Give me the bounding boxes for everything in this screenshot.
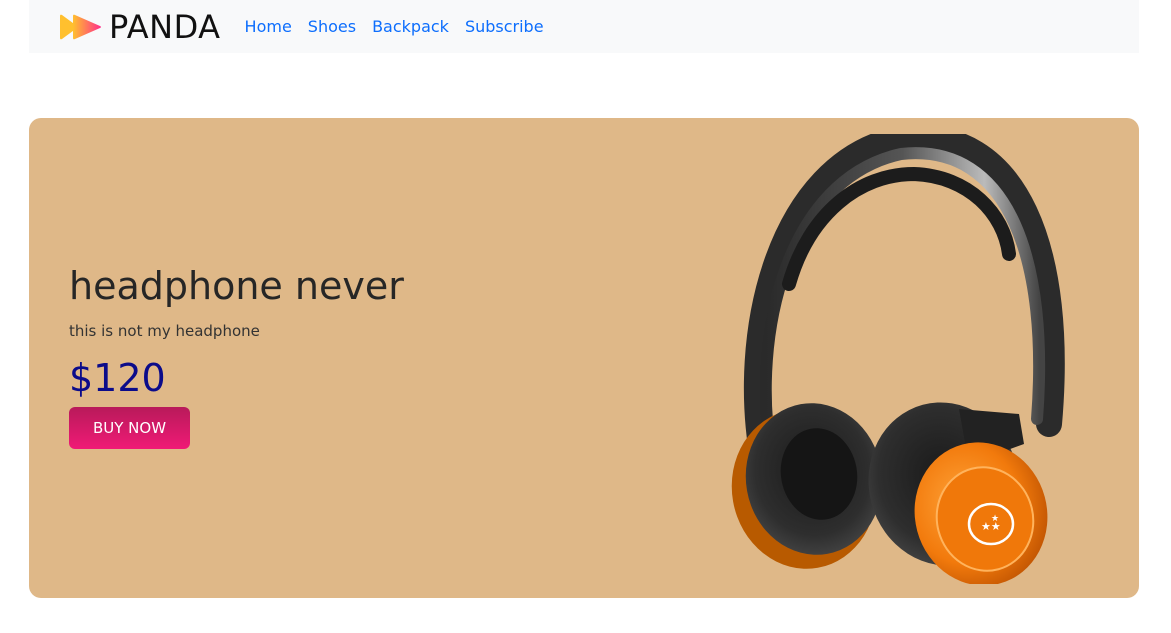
buy-now-button[interactable]: BUY NOW [69,407,190,450]
nav-link-subscribe[interactable]: Subscribe [465,17,544,36]
product-price: $120 [69,355,166,400]
nav-links: Home Shoes Backpack Subscribe [245,17,544,36]
nav-link-home[interactable]: Home [245,17,292,36]
navbar: PANDA Home Shoes Backpack Subscribe [29,0,1139,53]
nav-link-backpack[interactable]: Backpack [372,17,449,36]
nav-link-shoes[interactable]: Shoes [308,17,356,36]
hero-text: headphone never this is not my headphone… [69,264,404,450]
brand-name: PANDA [109,7,221,46]
brand-link[interactable]: PANDA [59,8,221,46]
panda-logo-icon [60,14,101,39]
hero-subtitle: this is not my headphone [69,321,260,340]
hero-banner: headphone never this is not my headphone… [29,118,1139,598]
hero-title: headphone never [69,264,404,308]
headphones-image: ★★ ★ [731,134,1065,584]
svg-text:★: ★ [991,514,999,524]
